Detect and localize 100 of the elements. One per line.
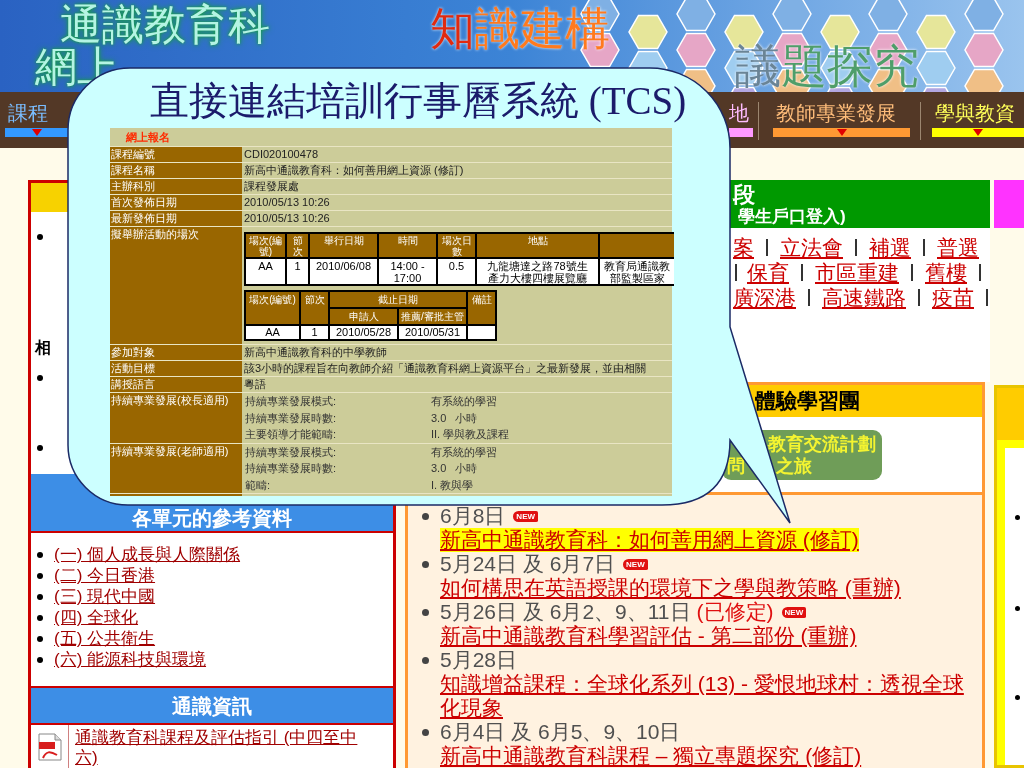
pair-label: 持續專業發展時數: [245, 410, 337, 426]
event-date: 5月24日 及 6月7日 [440, 552, 616, 576]
pair-value: 3.0 小時 [431, 461, 478, 476]
bullet-icon [37, 444, 43, 451]
field-label: 課程編號 [110, 147, 242, 162]
new-badge: NEW [513, 510, 539, 522]
event-link[interactable]: 新高中通識教育科學習評估 - 第二部份 (重辦) [440, 624, 857, 648]
pair-label: 持續專業發展模式: [245, 444, 337, 460]
field-label: 持續專業發展(校長適用) [110, 393, 242, 443]
bullet-icon [37, 635, 43, 642]
column-header: 舉行日期 [309, 233, 378, 258]
new-badge: NEW [781, 606, 807, 618]
column-header: 節次 [300, 291, 329, 325]
topic-link[interactable]: 舊樓 [925, 260, 967, 285]
unit-link[interactable]: (五) 公共衛生 [54, 628, 156, 650]
column-header: 截止日期 [329, 291, 467, 308]
event-link[interactable]: 新高中通識教育科：如何善用網上資源 (修訂) [440, 528, 859, 552]
bullet-icon [37, 233, 43, 240]
bullet-icon [37, 593, 43, 600]
pair-value: 有系統的學習 [431, 444, 497, 460]
nav-tab[interactable]: 教師專業發展 [773, 102, 910, 137]
field-label: 最新發佈日期 [110, 211, 242, 226]
field-label: 持續專業發展(老師適用) [110, 443, 242, 493]
field-value: 該3小時的課程旨在向教師介紹「通識教育科網上資源平台」之最新發展，並由相關 [244, 362, 647, 374]
unit-link[interactable]: (四) 全球化 [54, 607, 139, 629]
field-value: 2010/05/13 10:26 [244, 212, 330, 224]
bullet-icon [1015, 606, 1020, 611]
unit-link[interactable]: (六) 能源科技與環境 [54, 649, 207, 671]
nav-tab[interactable]: 地 [729, 102, 753, 137]
topic-link[interactable]: 廣深港 [733, 285, 796, 310]
panel-header [994, 180, 1024, 228]
section-heading: 通識資訊 [31, 686, 393, 723]
nav-tab[interactable]: 學與教資 [932, 102, 1024, 137]
pair-value: I. 教與學 [431, 477, 474, 493]
unit-link[interactable]: (二) 今日香港 [54, 565, 156, 587]
banner-text: 教育交流計劃 [768, 433, 876, 455]
event-date: 5月28日 [440, 648, 518, 672]
banner-text: 問 [727, 455, 745, 477]
event-date: 5月26日 及 6月2、9、11日 [440, 600, 691, 624]
topic-link[interactable]: 補選 [869, 235, 911, 260]
bullet-icon [37, 374, 43, 381]
event-date: 6月8日 [440, 504, 506, 528]
event-date: 6月4日 及 6月5、9、10日 [440, 720, 681, 744]
pair-label: 持續專業發展模式: [245, 394, 337, 409]
document-link[interactable]: 通識教育科課程及評估指引 (中四至中六) [75, 725, 365, 768]
field-label: 活動目標 [110, 361, 242, 376]
table-cell: 2010/06/08 [309, 258, 378, 285]
unit-link[interactable]: (一) 個人成長與人際關係 [54, 544, 241, 566]
pair-label: 主要領導才能範疇: [245, 427, 337, 442]
column-header: 節次 [286, 233, 309, 258]
table-cell: AA [245, 258, 286, 285]
field-value: CDI020100478 [244, 148, 318, 160]
column-header: 場次日數 [437, 233, 476, 258]
topic-link[interactable]: 案 [733, 235, 754, 260]
column-header: 場次(編號) [245, 233, 286, 258]
field-value: 課程發展處 [244, 180, 299, 192]
bullet-icon [422, 512, 429, 520]
unit-link[interactable]: (三) 現代中國 [54, 586, 156, 608]
event-link[interactable]: 新高中通識教育科課程 – 獨立專題探究 (修訂) [440, 744, 862, 768]
topic-link[interactable]: 市區重建 [815, 260, 899, 285]
topic-link[interactable]: 保育 [747, 260, 789, 285]
topic-link[interactable]: 普選 [937, 235, 979, 260]
bullet-icon [422, 608, 429, 616]
topic-link[interactable]: 高速鐵路 [822, 285, 906, 310]
field-value: 粵語 [244, 378, 266, 390]
banner-text: 之旅 [776, 455, 812, 477]
topic-link[interactable]: 立法會 [780, 235, 843, 260]
bullet-icon [422, 560, 429, 568]
field-label: 課程名稱 [110, 163, 242, 178]
panel-subtitle: 學生戶口登入) [737, 207, 846, 226]
nav-tab[interactable]: 課程 [5, 102, 68, 137]
bullet-icon [37, 551, 43, 558]
column-header: 備註 [467, 291, 496, 325]
bullet-icon [422, 728, 429, 736]
table-cell: 九龍塘達之路78號生產力大樓四樓展覽廳 [476, 258, 599, 285]
column-header: 場次(編號) [245, 291, 300, 325]
column-header: 地點 [476, 233, 599, 258]
field-label: 參加對象 [110, 345, 242, 360]
new-badge: NEW [623, 558, 648, 570]
bullet-icon [1015, 695, 1020, 700]
form-heading: 網上報名 [126, 130, 170, 144]
panel-title: 段 [733, 183, 755, 207]
bullet-icon [422, 656, 429, 664]
event-note: (已修定) [696, 600, 774, 624]
field-label: 主辦科別 [110, 179, 242, 194]
bullet-icon [37, 572, 43, 579]
pair-label: 範疇: [245, 477, 271, 493]
column-header: 時間 [378, 233, 437, 258]
section-heading: 相 [35, 338, 51, 357]
field-value: 新高中通識教育科的中學教師 [244, 346, 387, 358]
pair-value: 有系統的學習 [431, 394, 497, 409]
event-link[interactable]: 知識增益課程：全球化系列 (13) - 愛恨地球村：透視全球化現象 [440, 672, 975, 720]
pair-value: II. 學與教及課程 [431, 427, 510, 442]
pair-label: 持續專業發展時數: [245, 461, 337, 476]
field-value: 新高中通識教育科：如何善用網上資源 (修訂) [244, 164, 464, 176]
pdf-file-icon [37, 733, 62, 761]
field-label: 首次發佈日期 [110, 195, 242, 210]
bullet-icon [37, 614, 43, 621]
topic-link[interactable]: 疫苗 [932, 285, 974, 310]
event-link[interactable]: 如何構思在英語授課的環境下之學與教策略 (重辦) [440, 576, 901, 600]
